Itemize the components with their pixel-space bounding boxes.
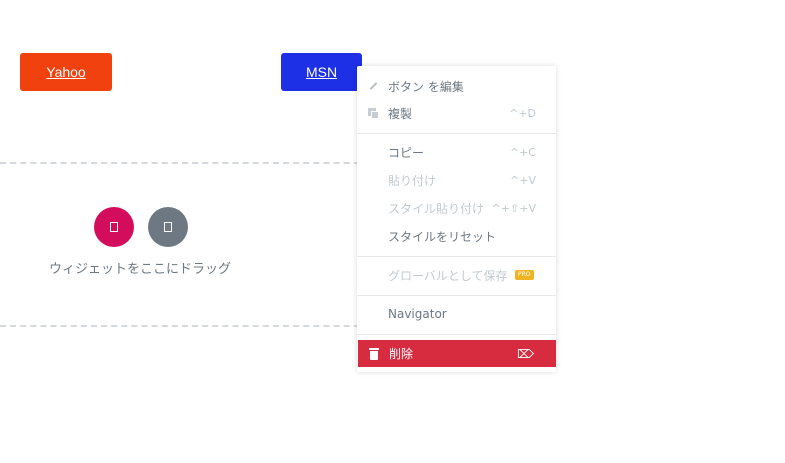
menu-item-label: 貼り付け (388, 173, 437, 188)
menu-item-shortcut: ^+⇧+V (491, 201, 536, 215)
menu-divider (357, 256, 556, 257)
msn-button[interactable]: MSN (281, 53, 362, 91)
folder-icon (164, 222, 172, 232)
menu-divider (357, 295, 556, 296)
menu-item-label: ボタン を編集 (388, 79, 464, 94)
trash-icon (368, 347, 380, 360)
add-section-button[interactable] (94, 207, 134, 247)
menu-item-shortcut: ^+D (509, 106, 536, 120)
menu-item-label: スタイルをリセット (388, 229, 497, 244)
dropzone-actions (94, 207, 188, 247)
context-menu: ボタン を編集 複製 ^+D コピー ^+C 貼り付け ^+V スタイル貼り付け… (357, 66, 556, 372)
add-template-button[interactable] (148, 207, 188, 247)
menu-divider (357, 133, 556, 134)
copy-icon (367, 107, 379, 119)
dropzone-text: ウィジェットをここにドラッグ (48, 262, 231, 277)
menu-item-delete[interactable]: 削除 ⌦ (358, 340, 556, 367)
menu-item-navigator[interactable]: Navigator (357, 301, 556, 327)
menu-item-paste-style[interactable]: スタイル貼り付け ^+⇧+V (357, 195, 556, 221)
menu-item-label: コピー (388, 145, 425, 160)
menu-item-edit[interactable]: ボタン を編集 (357, 73, 556, 99)
menu-item-shortcut: ^+V (510, 173, 536, 187)
pencil-icon (367, 80, 379, 92)
menu-item-paste[interactable]: 貼り付け ^+V (357, 167, 556, 193)
pro-badge: PRO (515, 270, 534, 280)
menu-item-label: グローバルとして保存 (388, 268, 508, 283)
menu-item-label: Navigator (388, 307, 447, 321)
menu-item-label: スタイル貼り付け (388, 201, 485, 216)
menu-item-label: 削除 (389, 347, 414, 361)
yahoo-button[interactable]: Yahoo (20, 53, 112, 91)
menu-item-copy[interactable]: コピー ^+C (357, 139, 556, 165)
menu-item-duplicate[interactable]: 複製 ^+D (357, 100, 556, 126)
menu-divider (357, 334, 556, 335)
menu-item-reset-style[interactable]: スタイルをリセット (357, 223, 556, 249)
menu-item-label: 複製 (388, 106, 413, 121)
backspace-icon: ⌦ (517, 346, 534, 361)
plus-square-icon (110, 222, 118, 232)
menu-item-shortcut: ^+C (509, 145, 536, 159)
widget-dropzone[interactable]: ウィジェットをここにドラッグ (0, 162, 380, 327)
menu-item-save-global[interactable]: グローバルとして保存 PRO (357, 262, 556, 288)
